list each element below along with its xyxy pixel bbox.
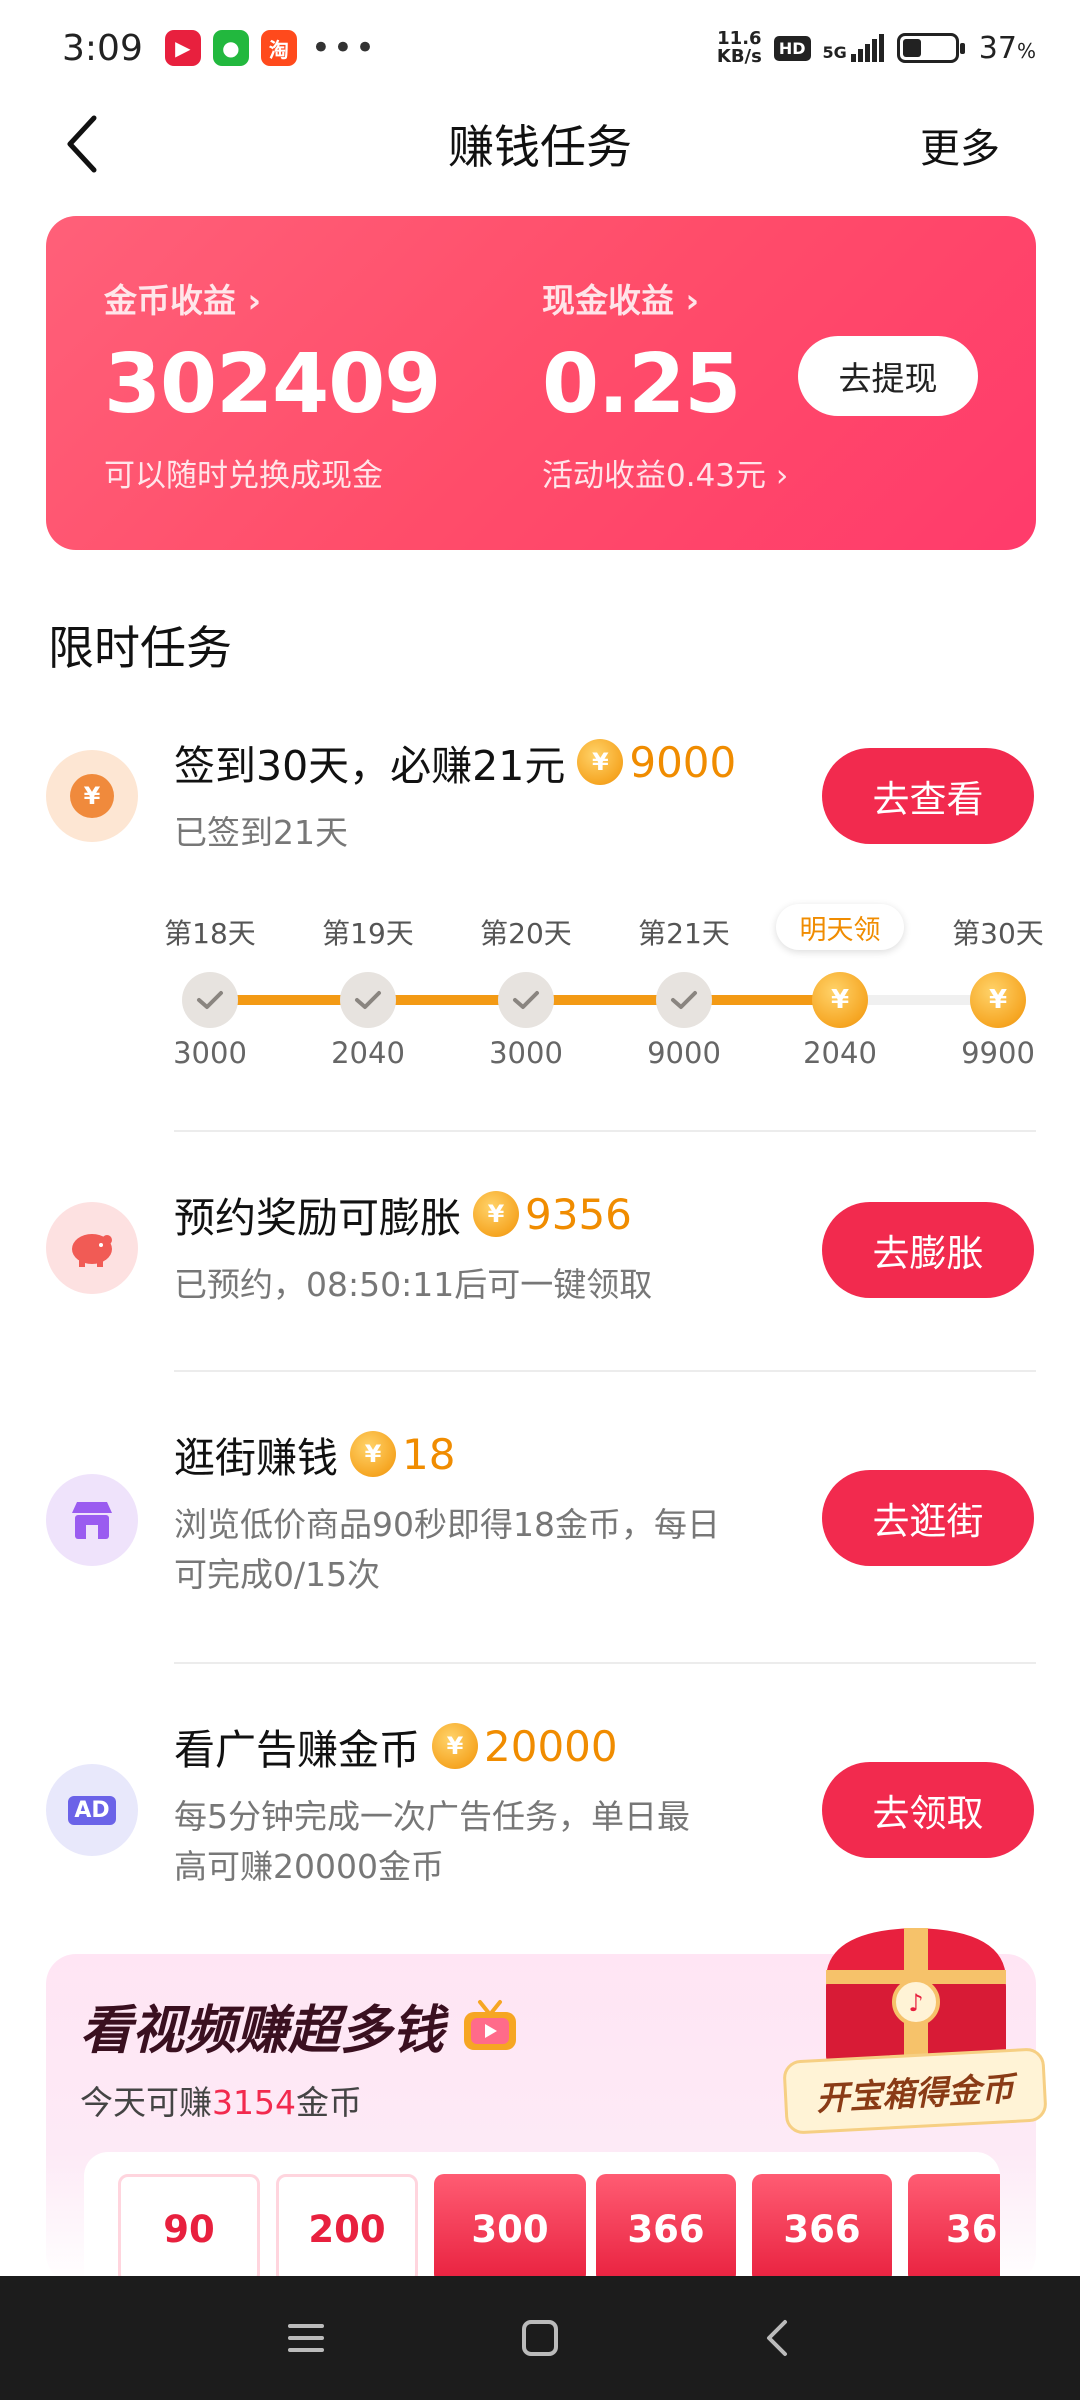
tv-icon: [464, 1999, 517, 2050]
progress-amount: 9900: [961, 1036, 1035, 1070]
coin-icon: ¥: [812, 972, 868, 1028]
reward-item[interactable]: 36: [908, 2174, 1000, 2284]
page-header: 赚钱任务 更多: [0, 96, 1080, 192]
progress-amount: 3000: [489, 1036, 563, 1070]
cash-earnings-value: 0.25: [542, 337, 741, 432]
video-card-sub: 今天可赚3154金币: [80, 2083, 362, 2122]
check-icon: [656, 972, 712, 1028]
check-icon: [340, 972, 396, 1028]
activity-earnings-link[interactable]: 活动收益0.43元 ›: [542, 450, 788, 495]
checkin-progress: 第18天 第19天 第20天 第21天 明天领 第30天 ¥ ¥ 3000 20…: [164, 904, 1044, 1072]
reward-item[interactable]: 300: [434, 2174, 586, 2284]
wechat-icon: ●: [212, 30, 249, 66]
task-desc: 每5分钟完成一次广告任务，单日最 高可赚20000金币: [174, 1797, 690, 1886]
progress-amount: 3000: [173, 1036, 247, 1070]
check-icon: [182, 972, 238, 1028]
task-title: 预约奖励可膨胀 ¥ 9356: [174, 1189, 632, 1243]
treasure-label[interactable]: 开宝箱得金币: [782, 2047, 1048, 2135]
task-desc: 浏览低价商品90秒即得18金币，每日 可完成0/15次: [174, 1505, 720, 1594]
progress-day: 第21天: [638, 917, 730, 950]
coin-amount: 18: [402, 1429, 456, 1479]
video-card-title: 看视频赚超多钱: [80, 1988, 520, 2063]
go-shopping-button[interactable]: 去逛街: [822, 1470, 1034, 1566]
svg-text:♪: ♪: [908, 1989, 923, 2017]
view-checkin-button[interactable]: 去查看: [822, 748, 1034, 844]
back-button[interactable]: [52, 114, 112, 174]
page-title: 赚钱任务: [448, 120, 632, 174]
expand-button[interactable]: 去膨胀: [822, 1202, 1034, 1298]
task-desc: 已签到21天: [174, 813, 348, 852]
progress-day: 第19天: [322, 917, 414, 950]
more-notifications-icon: •••: [310, 28, 378, 68]
coin-earnings-label[interactable]: 金币收益 ›: [104, 274, 440, 322]
task-title: 逛街赚钱 ¥ 18: [174, 1429, 456, 1483]
coin-amount: 9356: [525, 1189, 632, 1239]
status-time: 3:09: [62, 27, 143, 69]
system-nav-bar: [0, 2276, 1080, 2400]
video-app-icon: ▶: [164, 30, 201, 66]
home-icon[interactable]: [516, 2314, 564, 2362]
check-icon: [498, 972, 554, 1028]
coin-earnings[interactable]: 金币收益 › 302409 可以随时兑换成现金: [104, 274, 441, 495]
progress-amount: 9000: [647, 1036, 721, 1070]
piggy-bank-icon: [46, 1202, 138, 1294]
ad-icon: AD: [46, 1764, 138, 1856]
reward-strip: 90 200 300 366 366 36: [84, 2152, 1000, 2284]
battery-percent: 37%: [978, 30, 1036, 66]
coin-earnings-sub: 可以随时兑换成现金: [104, 458, 383, 494]
progress-amount: 2040: [331, 1036, 405, 1070]
progress-amount: 2040: [803, 1036, 877, 1070]
shop-icon: [46, 1474, 138, 1566]
coin-amount: 20000: [484, 1721, 618, 1771]
divider: [174, 1130, 1036, 1132]
claim-ads-button[interactable]: 去领取: [822, 1762, 1034, 1858]
reward-item[interactable]: 90: [118, 2174, 260, 2284]
hd-badge: HD: [773, 35, 811, 61]
progress-day: 第20天: [480, 917, 572, 950]
reward-item[interactable]: 366: [752, 2174, 892, 2284]
signal-icon: 5G: [823, 34, 885, 62]
menu-icon[interactable]: [282, 2314, 330, 2362]
withdraw-button[interactable]: 去提现: [798, 336, 978, 416]
more-button[interactable]: 更多: [920, 116, 1000, 174]
divider: [174, 1662, 1036, 1664]
coin-icon: ¥: [970, 972, 1026, 1028]
coin-icon: ¥: [473, 1191, 519, 1237]
back-nav-icon[interactable]: [752, 2314, 800, 2362]
progress-day: 第18天: [164, 917, 256, 950]
tomorrow-badge: 明天领: [776, 904, 904, 950]
task-title: 签到30天，必赚21元 ¥ 9000: [174, 737, 737, 791]
coin-icon: ¥: [432, 1723, 478, 1769]
battery-icon: [896, 33, 965, 63]
divider: [174, 1370, 1036, 1372]
reward-item[interactable]: 366: [596, 2174, 736, 2284]
status-right: 11.6 KB/s HD 5G 37%: [717, 30, 1036, 66]
reward-item[interactable]: 200: [276, 2174, 418, 2284]
task-title: 看广告赚金币 ¥ 20000: [174, 1721, 618, 1775]
earnings-card: 金币收益 › 302409 可以随时兑换成现金 现金收益 › 0.25 活动收益…: [46, 216, 1036, 550]
coin-icon: ¥: [350, 1431, 396, 1477]
coin-icon: ¥: [577, 739, 624, 785]
section-title: 限时任务: [48, 621, 232, 675]
coin-earnings-value: 302409: [104, 337, 441, 432]
status-bar: 3:09 ▶ ● 淘 ••• 11.6 KB/s HD 5G 37%: [0, 0, 1080, 96]
notification-icons: ▶ ● 淘: [164, 30, 297, 66]
cash-earnings[interactable]: 现金收益 › 0.25 活动收益0.43元 ›: [542, 274, 788, 495]
chevron-left-icon: [67, 115, 97, 173]
coin-amount: 9000: [629, 737, 737, 787]
task-desc: 已预约，08:50:11后可一键领取: [174, 1265, 653, 1304]
progress-day: 第30天: [952, 917, 1044, 950]
taobao-icon: 淘: [260, 30, 297, 66]
cash-earnings-label[interactable]: 现金收益 ›: [542, 274, 788, 322]
checkin-icon: ¥: [46, 750, 138, 842]
network-speed: 11.6 KB/s: [716, 28, 762, 67]
